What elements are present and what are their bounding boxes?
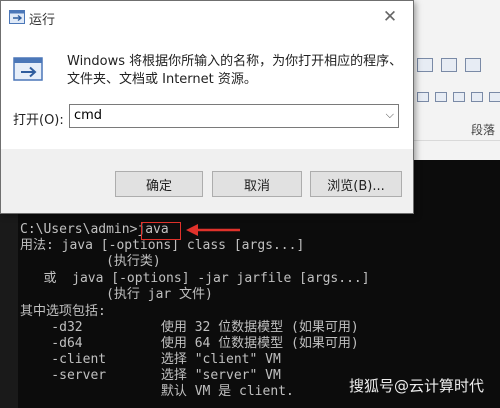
browse-button[interactable]: 浏览(B)... (310, 171, 402, 197)
console-line: -client 选择 "client" VM (20, 352, 281, 367)
ribbon-row-top (417, 58, 481, 72)
console-line: (执行 jar 文件) (20, 287, 213, 302)
console-line: 其中选项包括: (20, 304, 106, 319)
align-left-icon[interactable] (417, 92, 429, 102)
word-ribbon: 段落 (408, 0, 500, 160)
dialog-titlebar[interactable]: 运行 ✕ (1, 1, 413, 33)
align-right-icon[interactable] (453, 92, 465, 102)
console-line: 默认 VM 是 client. (20, 384, 294, 399)
bullets-icon[interactable] (417, 58, 433, 72)
console-line: (执行类) (20, 254, 161, 269)
ok-button[interactable]: 确定 (115, 171, 203, 197)
cancel-button[interactable]: 取消 (212, 171, 302, 197)
ribbon-divider (409, 140, 500, 141)
console-line: 或 java [-options] -jar jarfile [args...] (20, 271, 370, 286)
run-app-icon (9, 10, 25, 24)
console-line: -d64 使用 64 位数据模型 (如果可用) (20, 336, 359, 351)
open-combobox[interactable]: cmd ⌵ (69, 104, 399, 128)
run-large-icon (13, 57, 43, 81)
close-button[interactable]: ✕ (367, 1, 413, 33)
multilevel-list-icon[interactable] (465, 58, 481, 72)
close-icon: ✕ (382, 7, 398, 27)
run-dialog: 运行 ✕ Windows 将根据你所输入的名称，为你打开相应的程序、文件夹、文档… (0, 0, 414, 214)
watermark-text: 搜狐号@云计算时代 (348, 376, 484, 395)
console-left-strip (0, 214, 18, 408)
dialog-title: 运行 (29, 13, 56, 28)
ribbon-group-label: 段落 (470, 123, 495, 137)
command-console[interactable]: C:\Users\admin>java 用法: java [-options] … (0, 214, 500, 408)
console-line: -d32 使用 32 位数据模型 (如果可用) (20, 320, 359, 335)
console-line: 用法: java [-options] class [args...] (20, 238, 305, 253)
open-label: 打开(O): (13, 113, 64, 128)
console-line: -server 选择 "server" VM (20, 368, 281, 383)
align-center-icon[interactable] (435, 92, 447, 102)
annotation-arrow-icon (186, 224, 240, 236)
open-input-value[interactable]: cmd (74, 108, 102, 123)
justify-icon[interactable] (471, 92, 483, 102)
dialog-description: Windows 将根据你所输入的名称，为你打开相应的程序、文件夹、文档或 Int… (67, 54, 403, 87)
numbering-icon[interactable] (441, 58, 457, 72)
ribbon-row-bottom (417, 92, 500, 102)
chevron-down-icon[interactable]: ⌵ (386, 108, 394, 122)
java-command-highlight (141, 222, 181, 240)
distributed-icon[interactable] (489, 92, 500, 102)
